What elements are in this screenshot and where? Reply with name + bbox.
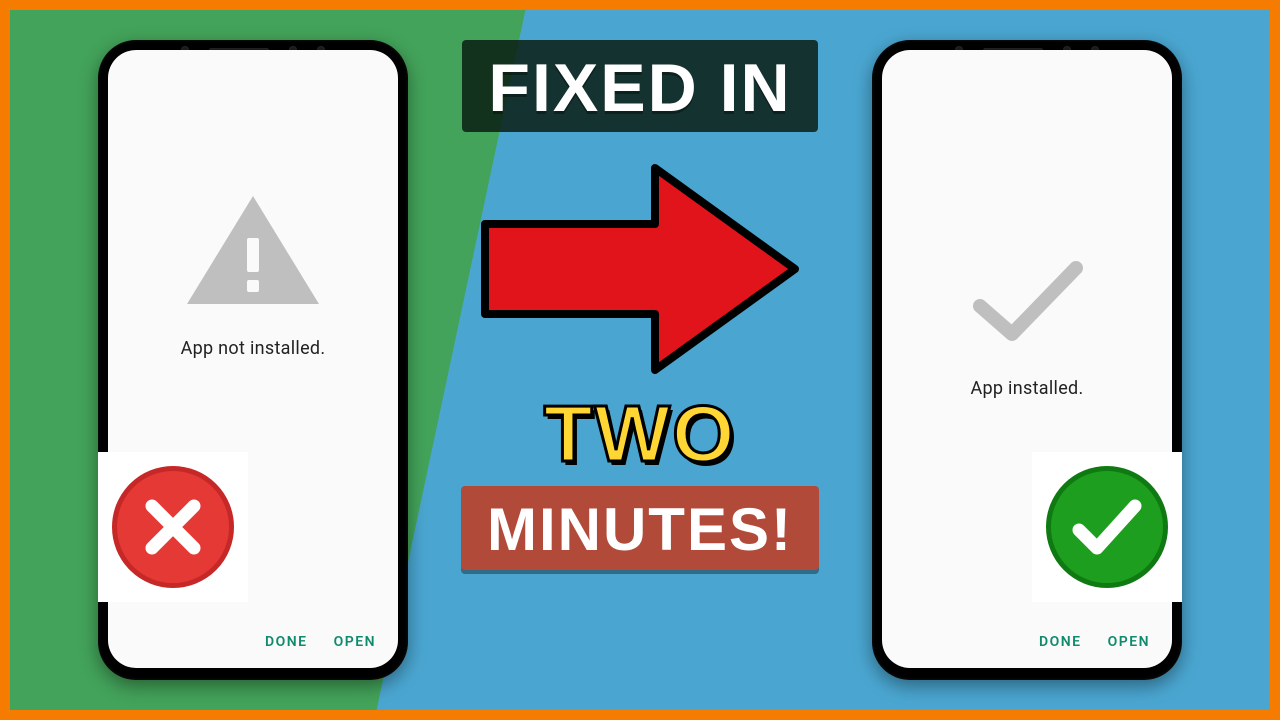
headline-line2: TWO bbox=[544, 394, 737, 474]
open-button[interactable]: OPEN bbox=[1108, 634, 1150, 650]
install-status-text: App installed. bbox=[970, 378, 1083, 399]
done-button[interactable]: DONE bbox=[1039, 634, 1082, 650]
success-badge bbox=[1032, 452, 1182, 602]
check-icon bbox=[1067, 492, 1147, 562]
headline-line3: MINUTES! bbox=[461, 486, 819, 570]
arrow-icon bbox=[475, 154, 805, 388]
checkmark-icon bbox=[962, 250, 1092, 350]
install-status-text: App not installed. bbox=[181, 338, 326, 359]
error-badge bbox=[98, 452, 248, 602]
headline-block: FIXED IN TWO MINUTES! bbox=[425, 40, 855, 570]
open-button[interactable]: OPEN bbox=[334, 634, 376, 650]
headline-line1: FIXED IN bbox=[462, 40, 817, 132]
warning-icon bbox=[183, 190, 323, 310]
cross-icon bbox=[138, 492, 208, 562]
done-button[interactable]: DONE bbox=[265, 634, 308, 650]
thumbnail-frame: App not installed. DONE OPEN App install… bbox=[0, 0, 1280, 720]
